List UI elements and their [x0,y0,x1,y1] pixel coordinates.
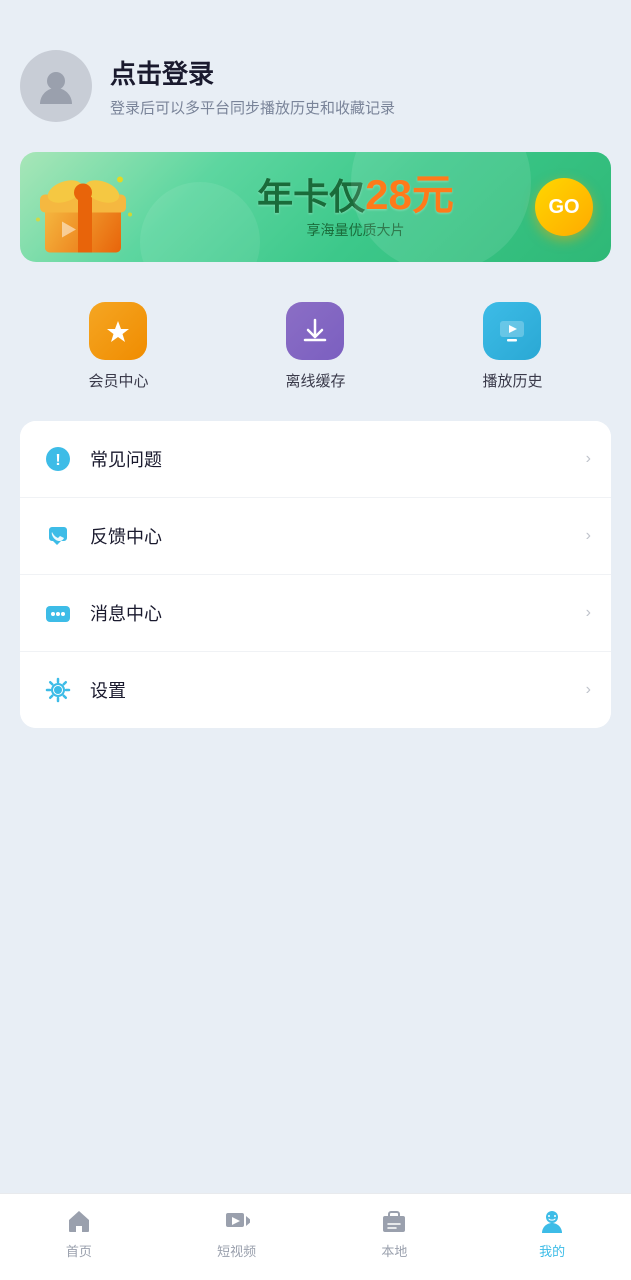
menu-item-messages[interactable]: 消息中心 › [20,575,611,652]
quick-action-download[interactable]: 离线缓存 [285,302,345,391]
local-label: 本地 [381,1241,407,1260]
profile-name: 点击登录 [110,54,395,91]
download-icon [286,302,344,360]
quick-action-vip[interactable]: 会员中心 [88,302,148,391]
faq-label: 常见问题 [90,446,586,472]
shorts-label: 短视频 [217,1241,256,1260]
mine-label: 我的 [539,1241,565,1260]
banner-gift-icon [30,160,140,255]
shorts-icon [222,1206,252,1236]
bottom-nav: 首页 短视频 本地 [0,1193,631,1280]
settings-arrow: › [586,681,591,699]
faq-arrow: › [586,450,591,468]
menu-item-feedback[interactable]: 反馈中心 › [20,498,611,575]
menu-item-settings[interactable]: 设置 › [20,652,611,728]
vip-icon [89,302,147,360]
profile-text: 点击登录 登录后可以多平台同步播放历史和收藏记录 [110,54,395,118]
nav-item-mine[interactable]: 我的 [473,1206,631,1260]
faq-icon: ! [40,441,76,477]
menu-list: ! 常见问题 › 反馈中心 › [20,421,611,728]
nav-item-local[interactable]: 本地 [316,1206,474,1260]
feedback-arrow: › [586,527,591,545]
mine-icon [537,1206,567,1236]
history-label: 播放历史 [482,370,542,391]
feedback-icon [40,518,76,554]
local-icon [379,1206,409,1236]
svg-text:!: ! [55,452,60,469]
feedback-label: 反馈中心 [90,523,586,549]
banner-go-button[interactable]: GO [535,178,593,236]
vip-label: 会员中心 [88,370,148,391]
messages-label: 消息中心 [90,600,586,626]
messages-icon [40,595,76,631]
quick-actions: 会员中心 离线缓存 播放历史 [20,292,611,421]
profile-section[interactable]: 点击登录 登录后可以多平台同步播放历史和收藏记录 [20,40,611,152]
settings-label: 设置 [90,677,586,703]
history-icon [483,302,541,360]
nav-item-home[interactable]: 首页 [0,1206,158,1260]
quick-action-history[interactable]: 播放历史 [482,302,542,391]
avatar [20,50,92,122]
nav-item-shorts[interactable]: 短视频 [158,1206,316,1260]
messages-arrow: › [586,604,591,622]
home-icon [64,1206,94,1236]
home-label: 首页 [66,1241,92,1260]
settings-icon [40,672,76,708]
menu-item-faq[interactable]: ! 常见问题 › [20,421,611,498]
membership-banner[interactable]: 年卡仅28元 享海量优质大片 GO [20,152,611,262]
profile-subtitle: 登录后可以多平台同步播放历史和收藏记录 [110,97,395,118]
download-label: 离线缓存 [285,370,345,391]
